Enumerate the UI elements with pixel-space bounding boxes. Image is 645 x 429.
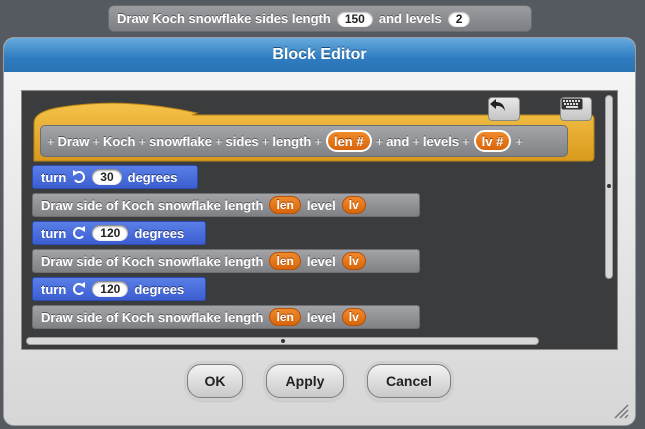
turn-label: turn bbox=[41, 169, 67, 185]
keyboard-button[interactable] bbox=[560, 97, 592, 121]
draw-side-label: Draw side of Koch snowflake length bbox=[41, 309, 264, 325]
turn-label: turn bbox=[41, 281, 67, 297]
plus-icon[interactable]: + bbox=[462, 134, 470, 149]
lv-variable[interactable]: lv bbox=[341, 196, 366, 214]
len-variable[interactable]: len bbox=[269, 308, 301, 326]
prototype-block[interactable]: + Draw + Koch + snowflake + sides + leng… bbox=[40, 125, 568, 157]
plus-icon[interactable]: + bbox=[215, 134, 223, 149]
length-input-slot[interactable]: 150 bbox=[336, 10, 373, 27]
turn-right-block[interactable]: turn 120 degrees bbox=[32, 221, 206, 245]
degrees-label: degrees bbox=[134, 281, 185, 297]
plus-icon[interactable]: + bbox=[515, 134, 523, 149]
apply-button[interactable]: Apply bbox=[266, 364, 344, 398]
ok-button[interactable]: OK bbox=[187, 364, 243, 398]
prototype-word[interactable]: levels bbox=[423, 134, 459, 149]
top-block-label: Draw Koch snowflake sides length bbox=[117, 11, 331, 26]
degrees-input[interactable]: 120 bbox=[92, 225, 129, 241]
lv-variable[interactable]: lv bbox=[341, 252, 366, 270]
prototype-word[interactable]: Draw bbox=[58, 134, 90, 149]
plus-icon[interactable]: + bbox=[47, 134, 55, 149]
scroll-thumb[interactable] bbox=[607, 184, 611, 188]
level-label: level bbox=[306, 253, 336, 269]
plus-icon[interactable]: + bbox=[138, 134, 146, 149]
resize-handle-icon[interactable] bbox=[611, 401, 629, 419]
prototype-word[interactable]: length bbox=[272, 134, 311, 149]
levels-input-slot[interactable]: 2 bbox=[447, 10, 471, 27]
prototype-word[interactable]: Koch bbox=[103, 134, 136, 149]
rotate-right-icon bbox=[72, 225, 86, 241]
block-editor-dialog: Block Editor + Draw + Koch + snowflake +… bbox=[4, 38, 635, 425]
dialog-body: + Draw + Koch + snowflake + sides + leng… bbox=[4, 72, 635, 425]
script-editor-area[interactable]: + Draw + Koch + snowflake + sides + leng… bbox=[21, 90, 618, 350]
horizontal-scrollbar[interactable] bbox=[26, 337, 539, 345]
len-variable[interactable]: len bbox=[269, 252, 301, 270]
plus-icon[interactable]: + bbox=[412, 134, 420, 149]
plus-icon[interactable]: + bbox=[314, 134, 322, 149]
draw-side-block[interactable]: Draw side of Koch snowflake length len l… bbox=[32, 193, 420, 217]
vertical-scrollbar[interactable] bbox=[605, 95, 613, 279]
degrees-input[interactable]: 120 bbox=[92, 281, 129, 297]
turn-label: turn bbox=[41, 225, 67, 241]
plus-icon[interactable]: + bbox=[92, 134, 100, 149]
rotate-right-icon bbox=[72, 281, 86, 297]
prototype-word[interactable]: snowflake bbox=[149, 134, 212, 149]
level-label: level bbox=[306, 197, 336, 213]
top-block-middle-label: and levels bbox=[378, 11, 442, 26]
plus-icon[interactable]: + bbox=[376, 134, 384, 149]
draw-side-label: Draw side of Koch snowflake length bbox=[41, 197, 264, 213]
degrees-input[interactable]: 30 bbox=[92, 169, 122, 185]
dialog-title[interactable]: Block Editor bbox=[4, 38, 635, 72]
plus-icon[interactable]: + bbox=[262, 134, 270, 149]
rotate-left-icon bbox=[72, 169, 86, 185]
prototype-hat-block[interactable]: + Draw + Koch + snowflake + sides + leng… bbox=[32, 97, 597, 162]
scroll-thumb[interactable] bbox=[281, 339, 285, 343]
undo-button[interactable] bbox=[488, 97, 520, 121]
draw-side-block[interactable]: Draw side of Koch snowflake length len l… bbox=[32, 305, 420, 329]
draw-side-label: Draw side of Koch snowflake length bbox=[41, 253, 264, 269]
degrees-label: degrees bbox=[134, 225, 185, 241]
lv-variable[interactable]: lv bbox=[341, 308, 366, 326]
cancel-button[interactable]: Cancel bbox=[367, 364, 451, 398]
degrees-label: degrees bbox=[127, 169, 178, 185]
prototype-word[interactable]: and bbox=[386, 134, 409, 149]
param-lv[interactable]: lv # bbox=[473, 130, 512, 152]
custom-block-instance[interactable]: Draw Koch snowflake sides length 150 and… bbox=[108, 5, 532, 32]
turn-left-block[interactable]: turn 30 degrees bbox=[32, 165, 198, 189]
prototype-word[interactable]: sides bbox=[226, 134, 259, 149]
len-variable[interactable]: len bbox=[269, 196, 301, 214]
level-label: level bbox=[306, 309, 336, 325]
turn-right-block[interactable]: turn 120 degrees bbox=[32, 277, 206, 301]
param-len[interactable]: len # bbox=[325, 130, 372, 152]
draw-side-block[interactable]: Draw side of Koch snowflake length len l… bbox=[32, 249, 420, 273]
